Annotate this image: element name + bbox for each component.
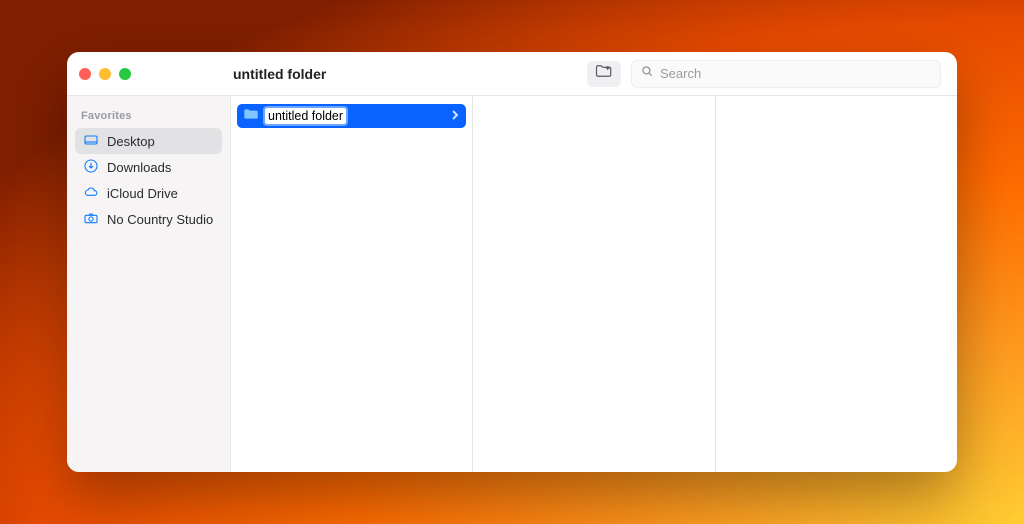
- cloud-icon: [83, 184, 99, 203]
- new-folder-button[interactable]: [587, 61, 621, 87]
- sidebar-item-label: Downloads: [107, 160, 171, 175]
- sidebar-item-label: iCloud Drive: [107, 186, 178, 201]
- finder-window: untitled folder Favorites D: [67, 52, 957, 472]
- search-field[interactable]: [631, 60, 941, 88]
- sidebar-item-icloud-drive[interactable]: iCloud Drive: [75, 180, 222, 206]
- search-input[interactable]: [660, 66, 932, 81]
- column-view: untitled folder: [231, 96, 957, 472]
- folder-icon: [243, 107, 259, 125]
- file-row-untitled-folder[interactable]: untitled folder: [237, 104, 466, 128]
- download-icon: [83, 158, 99, 177]
- sidebar-item-downloads[interactable]: Downloads: [75, 154, 222, 180]
- sidebar-item-desktop[interactable]: Desktop: [75, 128, 222, 154]
- column-2[interactable]: [473, 96, 715, 472]
- minimize-window-button[interactable]: [99, 68, 111, 80]
- window-controls: [79, 68, 229, 80]
- column-3[interactable]: [716, 96, 957, 472]
- sidebar-item-label: Desktop: [107, 134, 155, 149]
- window-title: untitled folder: [233, 66, 326, 82]
- close-window-button[interactable]: [79, 68, 91, 80]
- search-icon: [640, 64, 654, 83]
- folder-plus-icon: [595, 62, 613, 85]
- desktop-icon: [83, 132, 99, 151]
- window-body: Favorites Desktop Downloads iCloud Drive: [67, 96, 957, 472]
- camera-icon: [83, 210, 99, 229]
- titlebar: untitled folder: [67, 52, 957, 96]
- sidebar-item-label: No Country Studio: [107, 212, 213, 227]
- column-1[interactable]: untitled folder: [231, 96, 473, 472]
- zoom-window-button[interactable]: [119, 68, 131, 80]
- sidebar-section-favorites: Favorites: [75, 106, 222, 128]
- file-name-editing[interactable]: untitled folder: [265, 108, 346, 124]
- chevron-right-icon: [450, 107, 460, 125]
- sidebar: Favorites Desktop Downloads iCloud Drive: [67, 96, 231, 472]
- sidebar-item-no-country-studio[interactable]: No Country Studio: [75, 206, 222, 232]
- toolbar-right: [587, 60, 945, 88]
